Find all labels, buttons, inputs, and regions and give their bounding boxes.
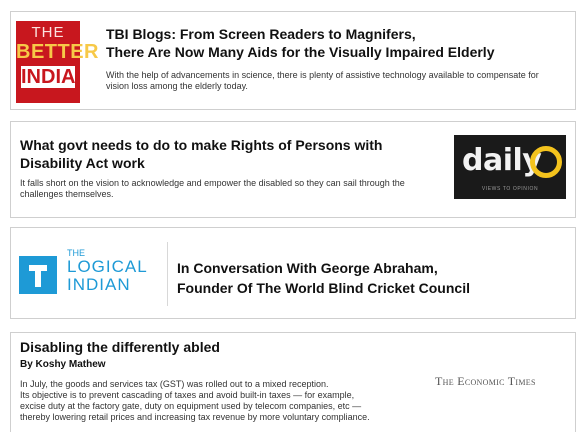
article-description: It falls short on the vision to acknowle… [20,178,405,199]
article-title-line[interactable]: TBI Blogs: From Screen Readers to Magnif… [106,25,556,43]
article-title-line[interactable]: Founder Of The World Blind Cricket Counc… [177,278,567,298]
article-card-tbi[interactable]: THE BETTER INDIA TBI Blogs: From Screen … [10,11,576,110]
article-title-line[interactable]: In Conversation With George Abraham, [177,258,567,278]
the-better-india-logo: THE BETTER INDIA [16,21,99,103]
logo-text-logical: LOGICAL [67,257,148,276]
article-title[interactable]: What govt needs to do to make Rights of … [20,136,440,172]
logo-text-better: BETTER [16,41,99,63]
logo-tagline: VIEWS TO OPINION [481,186,539,192]
logical-indian-wordmark: THE LOGICAL INDIAN [67,248,148,294]
logo-text-india: INDIA [21,66,76,88]
logo-divider [167,242,168,306]
article-card-logical-indian[interactable]: THE LOGICAL INDIAN In Conversation With … [10,227,576,319]
article-card-economic-times[interactable]: Disabling the differently abled By Koshy… [10,332,576,432]
article-title[interactable]: Disabling the differently abled [20,338,220,356]
logical-indian-mark-icon [19,256,57,294]
dailyo-logo: daily VIEWS TO OPINION [454,135,566,199]
description-line: Its objective is to prevent cascading of… [20,390,355,400]
description-line: excise duty at the factory gate, duty on… [20,401,362,411]
article-title[interactable]: In Conversation With George Abraham, Fou… [177,258,567,298]
article-description: With the help of advancements in science… [106,70,539,91]
logo-text-indian: INDIAN [67,275,131,294]
article-title-line[interactable]: There Are Now Many Aids for the Visually… [106,43,556,61]
description-line: thereby lowering retail prices and incre… [20,412,370,422]
article-byline: By Koshy Mathew [20,359,106,370]
article-title[interactable]: TBI Blogs: From Screen Readers to Magnif… [106,25,556,61]
article-card-dailyo[interactable]: What govt needs to do to make Rights of … [10,121,576,218]
article-description: In July, the goods and services tax (GST… [20,379,430,423]
description-line: In July, the goods and services tax (GST… [20,379,329,389]
logo-o-ring-icon [530,146,562,178]
logo-text-the: THE [31,24,65,41]
economic-times-logo: The Economic Times [435,374,536,388]
the-logical-indian-logo: THE LOGICAL INDIAN [19,248,167,304]
